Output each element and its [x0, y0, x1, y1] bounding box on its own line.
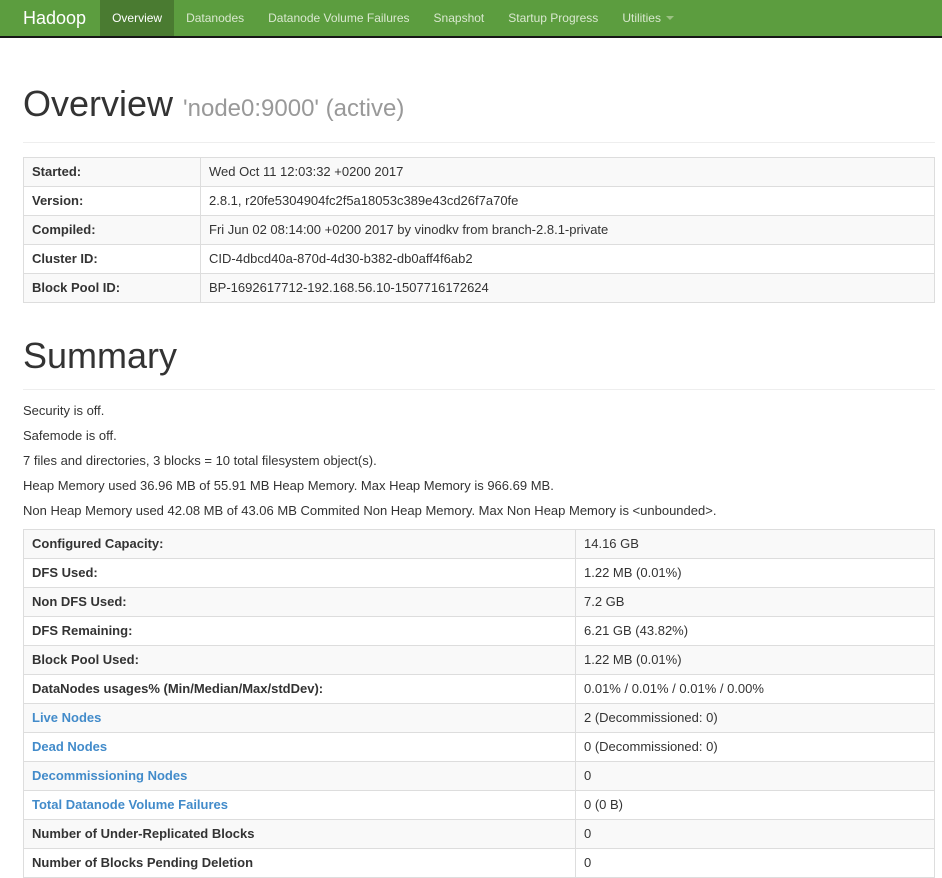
nav-item-overview: Overview: [100, 0, 175, 36]
row-label: DFS Remaining:: [23, 616, 576, 646]
row-label: Total Datanode Volume Failures: [23, 790, 576, 820]
row-label: Decommissioning Nodes: [23, 761, 576, 791]
row-value: 7.2 GB: [575, 587, 935, 617]
overview-header: Overview 'node0:9000' (active): [23, 84, 935, 143]
row-value: 0 (0 B): [575, 790, 935, 820]
table-row: Dead Nodes 0 (Decommissioned: 0): [23, 732, 935, 762]
decommissioning-nodes-link[interactable]: Decommissioning Nodes: [32, 768, 187, 783]
summary-header: Summary: [23, 336, 935, 390]
row-label: Version:: [23, 186, 201, 216]
row-label: DataNodes usages% (Min/Median/Max/stdDev…: [23, 674, 576, 704]
row-label: Block Pool Used:: [23, 645, 576, 675]
row-value: 0: [575, 848, 935, 878]
nav-link-utilities-label: Utilities: [622, 11, 661, 25]
main-content: Overview 'node0:9000' (active) Started: …: [23, 84, 935, 878]
table-row: Total Datanode Volume Failures 0 (0 B): [23, 790, 935, 820]
nav-link-utilities-dropdown[interactable]: Utilities: [610, 0, 686, 36]
nav-item-startup-progress: Startup Progress: [496, 0, 610, 36]
row-label: Non DFS Used:: [23, 587, 576, 617]
row-label: Block Pool ID:: [23, 273, 201, 303]
table-row: Live Nodes 2 (Decommissioned: 0): [23, 703, 935, 733]
table-row: Block Pool ID: BP-1692617712-192.168.56.…: [23, 273, 935, 303]
row-value: 0: [575, 819, 935, 849]
row-value: Wed Oct 11 12:03:32 +0200 2017: [200, 157, 935, 187]
nav-item-datanodes: Datanodes: [174, 0, 256, 36]
summary-non-heap-memory: Non Heap Memory used 42.08 MB of 43.06 M…: [23, 503, 717, 518]
row-value: 0 (Decommissioned: 0): [575, 732, 935, 762]
nav-link-datanode-volume-failures[interactable]: Datanode Volume Failures: [256, 0, 421, 36]
table-row: Number of Under-Replicated Blocks 0: [23, 819, 935, 849]
row-value: 2.8.1, r20fe5304904fc2f5a18053c389e43cd2…: [200, 186, 935, 216]
table-row: DataNodes usages% (Min/Median/Max/stdDev…: [23, 674, 935, 704]
live-nodes-link[interactable]: Live Nodes: [32, 710, 101, 725]
row-value: 6.21 GB (43.82%): [575, 616, 935, 646]
row-label: Configured Capacity:: [23, 529, 576, 559]
row-value: 0: [575, 761, 935, 791]
navbar: Hadoop Overview Datanodes Datanode Volum…: [0, 0, 942, 38]
row-value: CID-4dbcd40a-870d-4d30-b382-db0aff4f6ab2: [200, 244, 935, 274]
row-label: Number of Under-Replicated Blocks: [23, 819, 576, 849]
row-value: 0.01% / 0.01% / 0.01% / 0.00%: [575, 674, 935, 704]
row-label: Live Nodes: [23, 703, 576, 733]
table-row: Non DFS Used: 7.2 GB: [23, 587, 935, 617]
page-title-text: Overview: [23, 83, 174, 124]
row-label: Started:: [23, 157, 201, 187]
summary-security-status: Security is off.: [23, 403, 105, 418]
overview-table: Started: Wed Oct 11 12:03:32 +0200 2017 …: [23, 157, 935, 303]
dead-nodes-link[interactable]: Dead Nodes: [32, 739, 107, 754]
table-row: Started: Wed Oct 11 12:03:32 +0200 2017: [23, 157, 935, 187]
nav-item-snapshot: Snapshot: [422, 0, 497, 36]
nav-link-datanodes[interactable]: Datanodes: [174, 0, 256, 36]
row-value: 14.16 GB: [575, 529, 935, 559]
summary-title: Summary: [23, 335, 178, 376]
row-value: 1.22 MB (0.01%): [575, 558, 935, 588]
page-title-subtitle: 'node0:9000' (active): [183, 95, 405, 122]
nav-link-overview[interactable]: Overview: [100, 0, 175, 36]
row-value: Fri Jun 02 08:14:00 +0200 2017 by vinodk…: [200, 215, 935, 245]
row-label: Number of Blocks Pending Deletion: [23, 848, 576, 878]
navbar-brand[interactable]: Hadoop: [23, 0, 86, 36]
table-row: Cluster ID: CID-4dbcd40a-870d-4d30-b382-…: [23, 244, 935, 274]
table-row: Number of Blocks Pending Deletion 0: [23, 848, 935, 878]
row-value: 1.22 MB (0.01%): [575, 645, 935, 675]
total-datanode-volume-failures-link[interactable]: Total Datanode Volume Failures: [32, 797, 228, 812]
summary-table: Configured Capacity: 14.16 GB DFS Used: …: [23, 529, 935, 878]
table-row: Version: 2.8.1, r20fe5304904fc2f5a18053c…: [23, 186, 935, 216]
table-row: DFS Remaining: 6.21 GB (43.82%): [23, 616, 935, 646]
chevron-down-icon: [665, 16, 674, 20]
table-row: DFS Used: 1.22 MB (0.01%): [23, 558, 935, 588]
row-label: Cluster ID:: [23, 244, 201, 274]
table-row: Configured Capacity: 14.16 GB: [23, 529, 935, 559]
summary-heap-memory: Heap Memory used 36.96 MB of 55.91 MB He…: [23, 478, 554, 493]
nav-item-utilities: Utilities: [610, 0, 686, 36]
nav-link-snapshot[interactable]: Snapshot: [422, 0, 497, 36]
row-value: 2 (Decommissioned: 0): [575, 703, 935, 733]
row-label: Compiled:: [23, 215, 201, 245]
table-row: Decommissioning Nodes 0: [23, 761, 935, 791]
row-label: Dead Nodes: [23, 732, 576, 762]
summary-safemode-status: Safemode is off.: [23, 428, 117, 443]
table-row: Block Pool Used: 1.22 MB (0.01%): [23, 645, 935, 675]
nav-link-startup-progress[interactable]: Startup Progress: [496, 0, 610, 36]
row-value: BP-1692617712-192.168.56.10-150771617262…: [200, 273, 935, 303]
navbar-menu: Overview Datanodes Datanode Volume Failu…: [100, 0, 686, 36]
nav-item-datanode-volume-failures: Datanode Volume Failures: [256, 0, 421, 36]
summary-filesystem-objects: 7 files and directories, 3 blocks = 10 t…: [23, 453, 377, 468]
page-title: Overview 'node0:9000' (active): [23, 84, 935, 129]
table-row: Compiled: Fri Jun 02 08:14:00 +0200 2017…: [23, 215, 935, 245]
row-label: DFS Used:: [23, 558, 576, 588]
